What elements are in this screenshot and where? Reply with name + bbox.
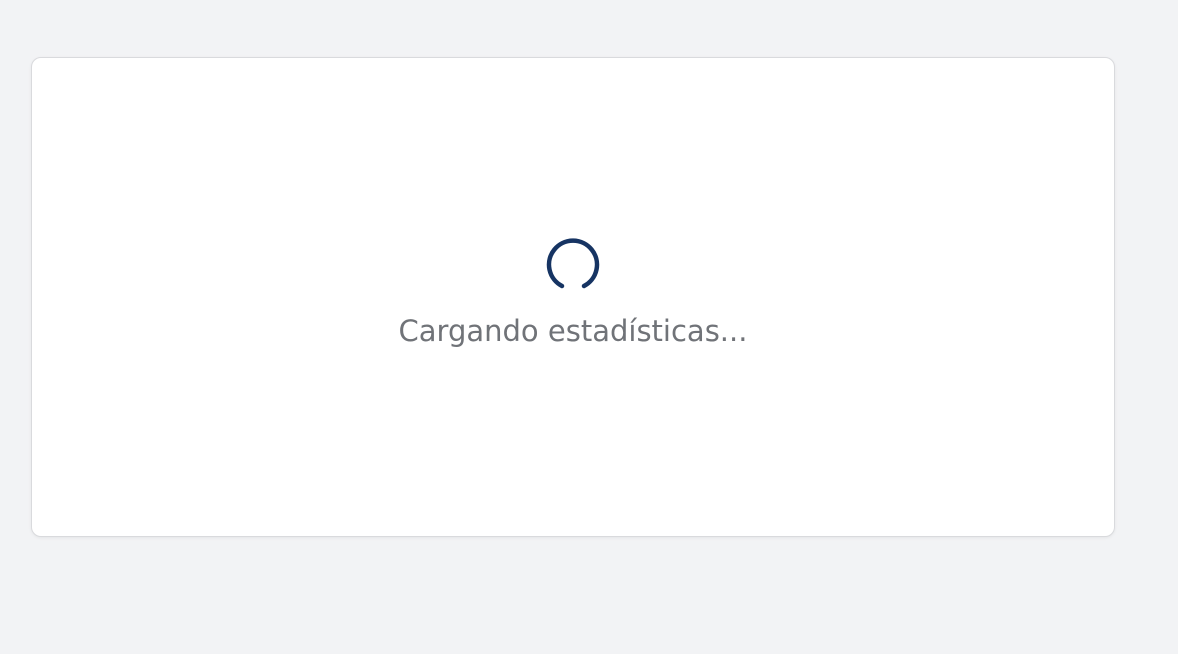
spinner-icon xyxy=(546,238,600,289)
page: { "colors": { "page_background": "#f2f3f… xyxy=(0,0,1178,654)
stats-card: Cargando estadísticas... xyxy=(31,57,1115,537)
loading-message: Cargando estadísticas... xyxy=(398,314,748,348)
loading-state: Cargando estadísticas... xyxy=(32,238,1114,348)
